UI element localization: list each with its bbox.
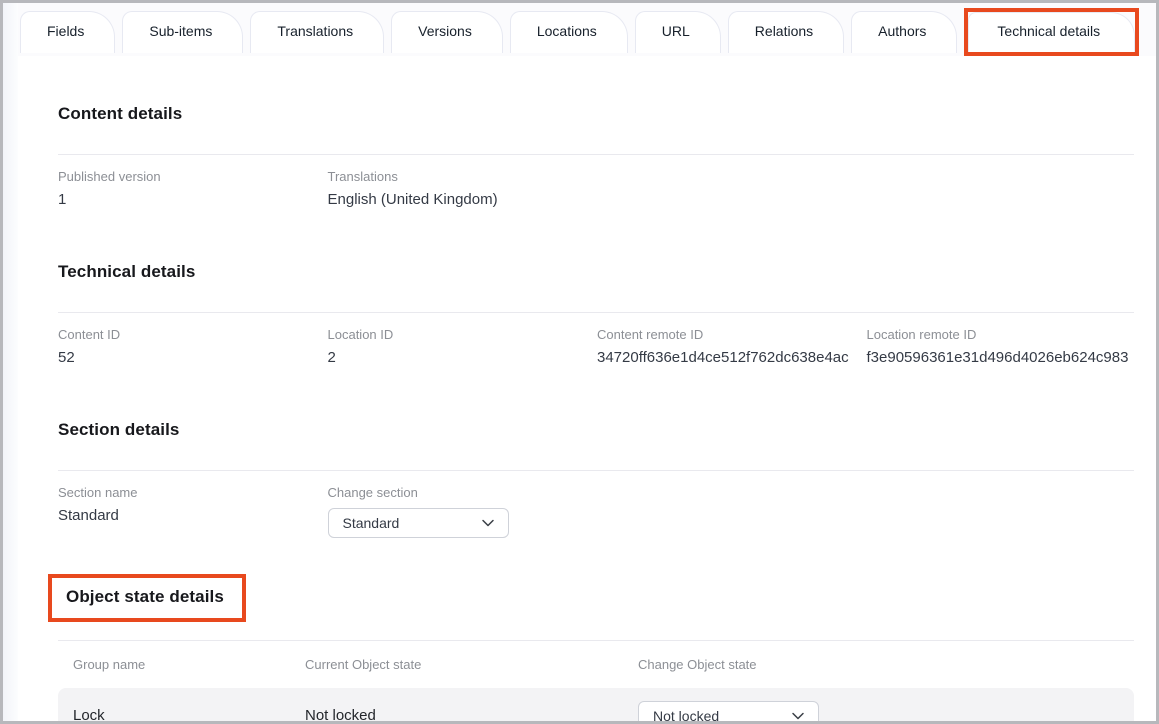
field-value: 2 (328, 348, 596, 368)
tab-url[interactable]: URL (635, 11, 721, 53)
object-state-details-heading: Object state details (66, 587, 224, 607)
change-section-dropdown[interactable]: Standard (328, 508, 509, 538)
field-value: Standard (58, 506, 326, 526)
content-panel: Fields Sub-items Translations Versions L… (18, 3, 1156, 721)
cell-group-name: Lock (73, 707, 305, 721)
divider (58, 154, 1134, 155)
column-header-group-name: Group name (73, 657, 305, 672)
change-object-state-dropdown[interactable]: Not locked (638, 701, 819, 721)
chevron-down-icon (790, 708, 806, 721)
page-background-strip (3, 3, 18, 721)
change-section-selected-value: Standard (343, 515, 400, 531)
column-header-current-object-state: Current Object state (305, 657, 638, 672)
divider (58, 640, 1134, 641)
field-label: Translations (328, 169, 596, 186)
tab-authors[interactable]: Authors (851, 11, 957, 53)
tab-sub-items[interactable]: Sub-items (122, 11, 243, 53)
tab-versions[interactable]: Versions (391, 11, 503, 53)
field-location-id: Location ID 2 (328, 327, 596, 368)
field-translations: Translations English (United Kingdom) (328, 169, 596, 210)
annotation-highlight-object-state-heading: Object state details (48, 574, 246, 622)
tab-fields[interactable]: Fields (20, 11, 115, 53)
chevron-down-icon (480, 515, 496, 531)
divider (58, 470, 1134, 471)
technical-details-view: Content details Published version 1 Tran… (18, 56, 1156, 721)
cell-current-object-state: Not locked (305, 707, 638, 721)
field-section-name: Section name Standard (58, 485, 326, 538)
field-label: Change section (328, 485, 596, 502)
field-value: 34720ff636e1d4ce512f762dc638e4ac (597, 348, 865, 368)
field-value: 52 (58, 348, 326, 368)
content-details-heading: Content details (40, 104, 1134, 124)
field-label: Content ID (58, 327, 326, 344)
object-state-table-header: Group name Current Object state Change O… (58, 657, 1134, 672)
tab-bar: Fields Sub-items Translations Versions L… (18, 3, 1156, 56)
section-details-heading: Section details (40, 420, 1134, 440)
tab-translations[interactable]: Translations (250, 11, 384, 53)
field-location-remote-id: Location remote ID f3e90596361e31d496d40… (867, 327, 1135, 368)
content-details-fields: Published version 1 Translations English… (58, 169, 1134, 210)
tab-relations[interactable]: Relations (728, 11, 844, 53)
change-object-state-selected-value: Not locked (653, 708, 719, 721)
technical-details-heading: Technical details (40, 262, 1134, 282)
field-label: Location remote ID (867, 327, 1135, 344)
column-header-change-object-state: Change Object state (638, 657, 1134, 672)
app-window: Fields Sub-items Translations Versions L… (0, 0, 1159, 724)
field-label: Content remote ID (597, 327, 865, 344)
field-published-version: Published version 1 (58, 169, 326, 210)
technical-details-fields: Content ID 52 Location ID 2 Content remo… (58, 327, 1134, 368)
field-change-section: Change section Standard (328, 485, 596, 538)
table-row: Lock Not locked Not locked (58, 688, 1134, 721)
field-label: Section name (58, 485, 326, 502)
field-content-remote-id: Content remote ID 34720ff636e1d4ce512f76… (597, 327, 865, 368)
field-value: 1 (58, 190, 326, 210)
annotation-highlight-technical-details-tab: Technical details (964, 8, 1139, 56)
divider (58, 312, 1134, 313)
field-value: f3e90596361e31d496d4026eb624c983 (867, 348, 1135, 368)
field-content-id: Content ID 52 (58, 327, 326, 368)
field-label: Location ID (328, 327, 596, 344)
tab-locations[interactable]: Locations (510, 11, 628, 53)
field-label: Published version (58, 169, 326, 186)
tab-technical-details[interactable]: Technical details (968, 12, 1135, 52)
section-details-fields: Section name Standard Change section Sta… (58, 485, 1134, 538)
field-value: English (United Kingdom) (328, 190, 596, 210)
